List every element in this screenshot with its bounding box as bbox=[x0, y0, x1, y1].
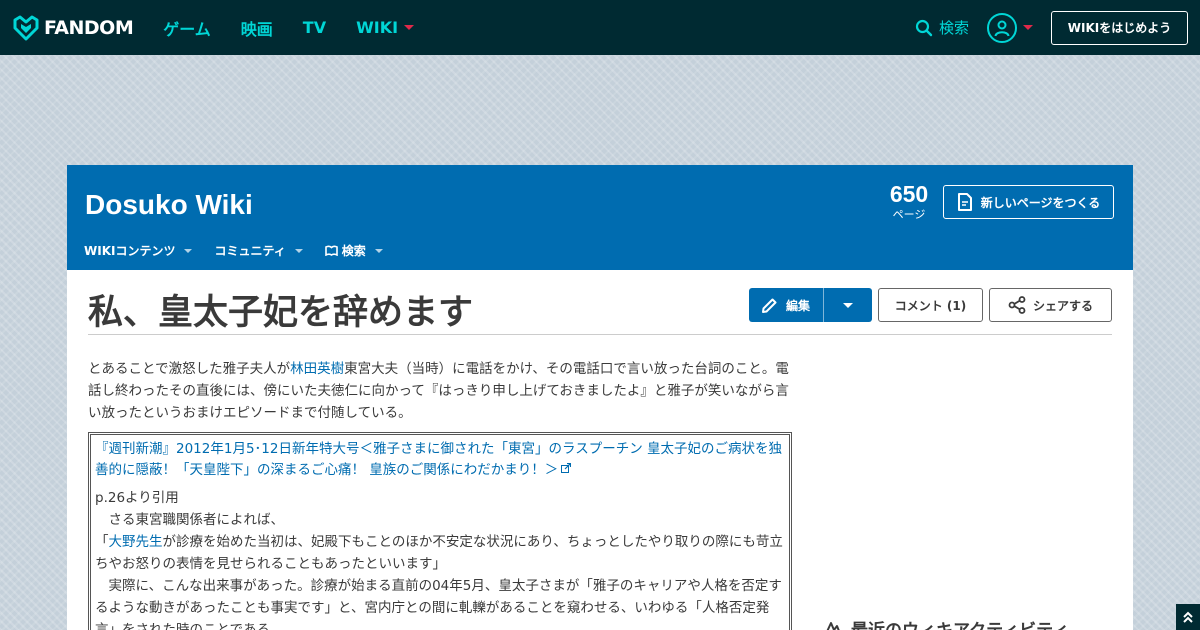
user-menu[interactable] bbox=[987, 12, 1033, 43]
double-chevron-up-icon bbox=[1183, 611, 1193, 623]
wiki-nav-search-label: 検索 bbox=[341, 244, 366, 258]
quote-line-3: 実際に、こんな出来事があった。診療が始まる直前の04年5月、皇太子さまが「雅子の… bbox=[95, 578, 782, 630]
wiki-nav-community[interactable]: コミュニティ bbox=[214, 242, 303, 259]
share-icon bbox=[1008, 296, 1026, 314]
wiki-header: Dosuko Wiki 650 ページ 新しいページをつくる WIKIコンテンツ… bbox=[67, 165, 1133, 270]
book-icon bbox=[324, 245, 338, 256]
nav-link-movies[interactable]: 映画 bbox=[241, 16, 273, 40]
new-page-icon bbox=[957, 193, 972, 211]
avatar bbox=[987, 12, 1017, 43]
article-page: 私、皇太子妃を辞めます 編集 コメント (1) シェアする とあることで激怒した… bbox=[67, 270, 1133, 630]
fandom-logo[interactable]: FANDOM bbox=[12, 14, 134, 42]
wiki-nav-contents[interactable]: WIKIコンテンツ bbox=[84, 242, 193, 259]
chevron-down-icon bbox=[1023, 25, 1033, 30]
nav-link-games[interactable]: ゲーム bbox=[163, 16, 211, 40]
global-nav-links: ゲーム 映画 TV WIKI bbox=[163, 16, 415, 40]
quote-source: 『週刊新潮』2012年1月5･12日新年特大号＜雅子さまに御された「東宮」のラス… bbox=[95, 439, 785, 481]
quote-citation: p.26より引用 bbox=[95, 490, 179, 506]
quote-line-2: 「大野先生が診療を始めた当初は、妃殿下もことのほか不安定な状況にあり、ちょっとし… bbox=[95, 531, 785, 575]
share-label: シェアする bbox=[1032, 298, 1093, 313]
wiki-page-count: 650 ページ bbox=[877, 181, 941, 222]
edit-button[interactable]: 編集 bbox=[749, 288, 823, 322]
quote-line-2-text: が診療を始めた当初は、妃殿下もことのほか不安定な状況にあり、ちょっとしたやり取り… bbox=[95, 534, 783, 572]
comments-button[interactable]: コメント (1) bbox=[878, 288, 983, 322]
start-a-wiki-button[interactable]: WIKIをはじめよう bbox=[1051, 10, 1188, 45]
link-hayashida-hideki[interactable]: 林田英樹 bbox=[290, 361, 344, 377]
search-label: 検索 bbox=[938, 19, 969, 37]
pencil-icon bbox=[762, 298, 777, 313]
link-ono-sensei[interactable]: 大野先生 bbox=[109, 534, 163, 550]
external-link-icon bbox=[561, 463, 572, 473]
page-count-number: 650 bbox=[889, 181, 929, 207]
nav-link-tv[interactable]: TV bbox=[303, 18, 326, 37]
chevron-down-icon bbox=[374, 248, 383, 253]
wiki-nav-search[interactable]: 検索 bbox=[324, 242, 383, 259]
nav-link-wiki[interactable]: WIKI bbox=[356, 18, 415, 37]
chevron-down-icon bbox=[404, 25, 415, 30]
new-page-button[interactable]: 新しいページをつくる bbox=[943, 185, 1114, 219]
recent-activity-label: 最近のウィキアクティビティ bbox=[851, 616, 1069, 630]
page-count-label: ページ bbox=[892, 208, 926, 221]
quote-box: 『週刊新潮』2012年1月5･12日新年特大号＜雅子さまに御された「東宮」のラス… bbox=[88, 432, 792, 630]
wiki-nav-contents-label: WIKIコンテンツ bbox=[84, 244, 176, 258]
search-icon bbox=[915, 19, 933, 36]
title-divider bbox=[88, 334, 1112, 335]
global-nav-right: 検索 WIKIをはじめよう bbox=[915, 10, 1188, 45]
fandom-heart-icon bbox=[13, 15, 39, 40]
global-search[interactable]: 検索 bbox=[915, 17, 969, 38]
scroll-to-top-button[interactable] bbox=[1176, 604, 1200, 630]
wiki-nav-community-label: コミュニティ bbox=[214, 244, 286, 258]
chevron-down-icon bbox=[843, 302, 853, 308]
recent-activity-heading: 最近のウィキアクティビティ bbox=[823, 616, 1069, 630]
activity-icon bbox=[826, 621, 840, 630]
quote-source-link[interactable]: 『週刊新潮』2012年1月5･12日新年特大号＜雅子さまに御された「東宮」のラス… bbox=[95, 441, 782, 478]
edit-button-group: 編集 bbox=[749, 288, 872, 322]
page-title: 私、皇太子妃を辞めます bbox=[88, 293, 474, 333]
edit-dropdown-button[interactable] bbox=[823, 288, 872, 322]
new-page-label: 新しいページをつくる bbox=[980, 195, 1101, 210]
quote-open-bracket: 「 bbox=[95, 534, 109, 550]
edit-label: 編集 bbox=[786, 298, 811, 313]
nav-link-wiki-label: WIKI bbox=[356, 18, 399, 37]
fandom-wordmark: FANDOM bbox=[44, 16, 134, 39]
wiki-navigation: WIKIコンテンツ コミュニティ 検索 bbox=[84, 242, 383, 259]
quote-line-1: さる東宮職関係者によれば、 bbox=[95, 512, 284, 528]
chevron-down-icon bbox=[294, 248, 303, 253]
share-button[interactable]: シェアする bbox=[989, 288, 1112, 322]
article-intro: とあることで激怒した雅子夫人が林田英樹東宮大夫（当時）に電話をかけ、その電話口で… bbox=[88, 358, 791, 424]
wiki-name[interactable]: Dosuko Wiki bbox=[85, 189, 253, 221]
intro-text-before: とあることで激怒した雅子夫人が bbox=[88, 361, 291, 377]
chevron-down-icon bbox=[184, 248, 193, 253]
user-icon bbox=[994, 20, 1010, 36]
global-navigation: FANDOM ゲーム 映画 TV WIKI 検索 WIKIをはじめよう bbox=[0, 0, 1200, 55]
